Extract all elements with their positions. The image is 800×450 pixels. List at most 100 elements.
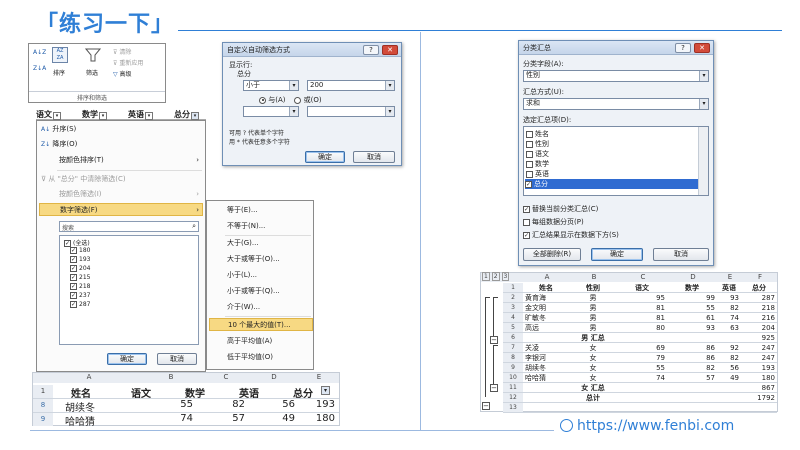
- outline-level-3[interactable]: 3: [501, 272, 510, 281]
- advanced-filter-button[interactable]: ▽ 高级: [113, 69, 132, 78]
- cell[interactable]: 55: [133, 399, 193, 410]
- check-value[interactable]: ✓ 237: [70, 292, 90, 299]
- submenu-less[interactable]: 小于(L)...: [227, 269, 257, 282]
- checkbox[interactable]: ✓: [70, 283, 77, 290]
- submenu-greater-equal[interactable]: 大于或等于(O)...: [227, 253, 280, 266]
- check-value[interactable]: ✓ 180: [70, 247, 90, 254]
- check-value[interactable]: ✓ 204: [70, 265, 90, 272]
- menu-sort-asc[interactable]: A↓ 升序(S): [41, 123, 76, 136]
- sort-dialog-icon[interactable]: AZ ZA: [52, 47, 68, 63]
- cell[interactable]: 82: [193, 399, 245, 410]
- dropdown-ok-button[interactable]: 确定: [107, 353, 147, 365]
- submenu-above-average[interactable]: 高于平均值(A): [227, 335, 272, 348]
- custom-filter-cancel-button[interactable]: 取消: [353, 151, 395, 163]
- operator-select-2[interactable]: ▾: [243, 106, 299, 117]
- close-icon[interactable]: ✕: [382, 45, 398, 55]
- page-break-option[interactable]: 每组数据分页(P): [523, 217, 584, 227]
- menu-sort-desc[interactable]: Z↓ 降序(O): [41, 138, 77, 151]
- menu-clear-filter[interactable]: ⊽ 从 "总分" 中清除筛选(C): [41, 173, 126, 186]
- menu-filter-by-color[interactable]: 按颜色筛选(I) ›: [59, 188, 199, 201]
- submenu-below-average[interactable]: 低于平均值(O): [227, 351, 273, 364]
- checkbox[interactable]: [526, 150, 533, 158]
- sort-asc-icon[interactable]: A↓Z: [33, 49, 46, 56]
- custom-filter-ok-button[interactable]: 确定: [305, 151, 345, 163]
- help-icon[interactable]: ?: [363, 45, 379, 55]
- group-by-select[interactable]: 性别 ▾: [523, 70, 709, 82]
- check-value[interactable]: ✓ 215: [70, 274, 90, 281]
- col-d[interactable]: D: [669, 273, 717, 282]
- filter-search-input[interactable]: 搜索 ⌕: [59, 221, 199, 232]
- function-select[interactable]: 求和 ▾: [523, 98, 709, 110]
- check-value[interactable]: ✓ 193: [70, 256, 90, 263]
- cell[interactable]: 74: [133, 413, 193, 424]
- row-number[interactable]: 9: [33, 413, 53, 426]
- list-item[interactable]: 姓名: [526, 129, 549, 139]
- submenu-not-equals[interactable]: 不等于(N)...: [227, 220, 265, 233]
- menu-sort-by-color[interactable]: 按颜色排序(T) ›: [59, 154, 199, 167]
- submenu-less-equal[interactable]: 小于或等于(Q)...: [227, 285, 280, 298]
- checkbox[interactable]: ✓: [523, 205, 530, 213]
- checkbox[interactable]: ✓: [64, 240, 71, 247]
- remove-all-button[interactable]: 全部删除(R): [523, 248, 581, 261]
- filter-arrow-icon[interactable]: ▾: [191, 112, 199, 120]
- menu-number-filter[interactable]: 数字筛选(F) ›: [39, 203, 203, 216]
- list-item[interactable]: 数学: [526, 159, 549, 169]
- checkbox[interactable]: [526, 170, 533, 178]
- col-a[interactable]: A: [525, 273, 569, 282]
- cell[interactable]: 180: [295, 413, 335, 424]
- list-item[interactable]: 性别: [526, 139, 549, 149]
- list-item-selected[interactable]: ✓ 总分: [525, 179, 698, 189]
- value-input-2[interactable]: ▾: [307, 106, 395, 117]
- list-scrollbar[interactable]: [698, 127, 708, 195]
- check-value[interactable]: ✓ 218: [70, 283, 90, 290]
- outline-level-1[interactable]: 1: [482, 272, 490, 281]
- clear-filter-button[interactable]: ⊽ 清除: [113, 47, 131, 56]
- sort-desc-icon[interactable]: Z↓A: [33, 65, 46, 72]
- operator-select-1[interactable]: 小于 ▾: [243, 80, 299, 91]
- submenu-top-10[interactable]: 10 个最大的值(T)...: [209, 318, 313, 331]
- col-c[interactable]: C: [203, 373, 249, 383]
- col-e[interactable]: E: [299, 373, 339, 383]
- col-c[interactable]: C: [619, 273, 667, 282]
- checkbox[interactable]: [526, 130, 533, 138]
- checkbox[interactable]: ✓: [70, 247, 77, 254]
- col-b[interactable]: B: [141, 373, 201, 383]
- cell[interactable]: 56: [247, 399, 295, 410]
- value-input-1[interactable]: 200 ▾: [307, 80, 395, 91]
- list-item[interactable]: 语文: [526, 149, 549, 159]
- col-f[interactable]: F: [743, 273, 777, 282]
- close-icon[interactable]: ✕: [694, 43, 710, 53]
- col-a[interactable]: A: [61, 373, 117, 383]
- subtotal-cancel-button[interactable]: 取消: [653, 248, 709, 261]
- filter-arrow-icon[interactable]: ▾: [145, 112, 153, 120]
- submenu-greater[interactable]: 大于(G)...: [227, 237, 259, 250]
- list-item[interactable]: 英语: [526, 169, 549, 179]
- cell[interactable]: 193: [295, 399, 335, 410]
- check-value[interactable]: ✓ 287: [70, 301, 90, 308]
- submenu-equals[interactable]: 等于(E)...: [227, 204, 258, 217]
- replace-subtotals-option[interactable]: ✓ 替换当前分类汇总(C): [523, 204, 598, 214]
- check-all[interactable]: ✓ (全选): [64, 238, 90, 247]
- checkbox[interactable]: ✓: [70, 256, 77, 263]
- col-e[interactable]: E: [719, 273, 741, 282]
- row-number[interactable]: 8: [33, 399, 53, 412]
- checkbox[interactable]: ✓: [525, 180, 532, 188]
- cell[interactable]: 57: [193, 413, 245, 424]
- checkbox[interactable]: [523, 218, 530, 226]
- checkbox[interactable]: ✓: [70, 265, 77, 272]
- reapply-button[interactable]: ⊽ 重新应用: [113, 58, 143, 67]
- checkbox[interactable]: ✓: [70, 292, 77, 299]
- and-radio[interactable]: 与(A): [259, 96, 286, 104]
- checkbox[interactable]: ✓: [70, 274, 77, 281]
- checkbox[interactable]: ✓: [70, 301, 77, 308]
- dropdown-cancel-button[interactable]: 取消: [157, 353, 197, 365]
- cell[interactable]: 49: [247, 413, 295, 424]
- col-b[interactable]: B: [571, 273, 617, 282]
- help-icon[interactable]: ?: [675, 43, 691, 53]
- col-d[interactable]: D: [251, 373, 297, 383]
- checkbox[interactable]: ✓: [523, 231, 530, 239]
- outline-level-2[interactable]: 2: [491, 272, 500, 281]
- submenu-between[interactable]: 介于(W)...: [227, 301, 260, 314]
- filter-arrow-icon[interactable]: ▾: [99, 112, 107, 120]
- summary-below-option[interactable]: ✓ 汇总结果显示在数据下方(S): [523, 230, 619, 240]
